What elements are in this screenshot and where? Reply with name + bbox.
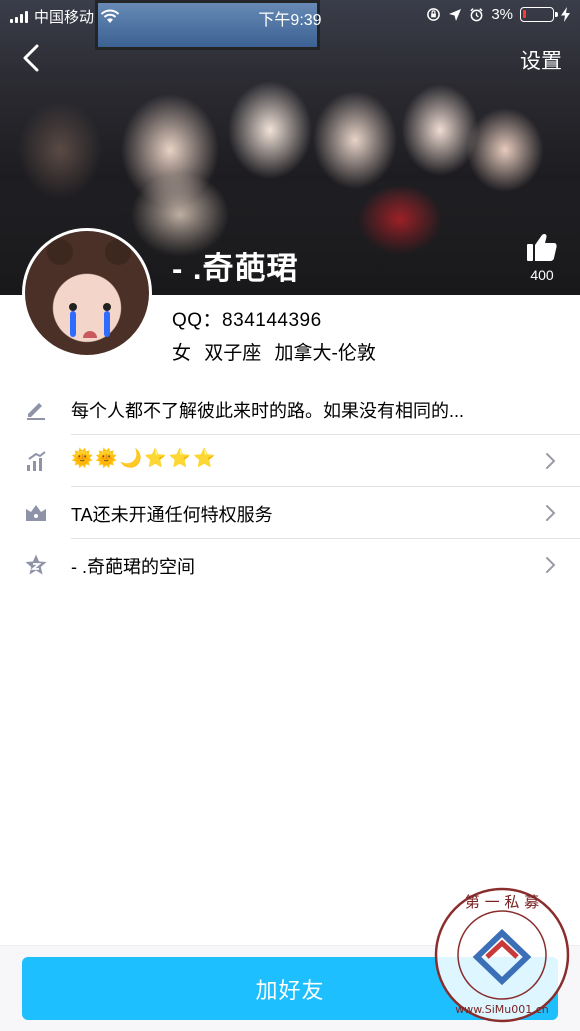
list-item-level[interactable]: 🌞 🌞 🌙 ⭐ ⭐ ⭐ (0, 435, 580, 487)
avatar-tear (70, 311, 76, 337)
list-item-signature[interactable]: 每个人都不了解彼此来时的路。如果没有相同的... (0, 383, 580, 435)
chevron-right-icon (546, 505, 556, 521)
profile-list: 每个人都不了解彼此来时的路。如果没有相同的... 🌞 🌞 🌙 ⭐ ⭐ ⭐ TA还… (0, 383, 580, 591)
status-bar: 中国移动 下午9:39 3% (0, 0, 580, 32)
chevron-right-icon (546, 453, 556, 469)
avatar-eye (103, 303, 111, 311)
space-text: - .奇葩珺的空间 (71, 557, 195, 577)
star-icon: ⭐ (168, 448, 192, 468)
sun-icon: 🌞 (71, 448, 94, 468)
list-item-space[interactable]: - .奇葩珺的空间 (0, 539, 580, 591)
level-badges: 🌞 🌞 🌙 ⭐ ⭐ ⭐ (71, 449, 216, 467)
privilege-text: TA还未开通任何特权服务 (71, 505, 273, 525)
level-chart-icon (27, 451, 46, 471)
star-z-icon (25, 554, 47, 575)
profile-nickname: - .奇葩珺 (172, 251, 299, 286)
alarm-icon (470, 8, 483, 22)
watermark-logo: 第 一 私 募 www.SiMu001.cn (434, 887, 570, 1023)
signature-text: 每个人都不了解彼此来时的路。如果没有相同的... (71, 401, 465, 421)
settings-button[interactable]: 设置 (520, 45, 562, 75)
avatar-eye (69, 303, 77, 311)
chevron-right-icon (546, 557, 556, 573)
like-count: 400 (530, 267, 554, 283)
avatar-mouth (83, 331, 97, 338)
profile-meta: 女 双子座 加拿大-伦敦 (172, 343, 376, 364)
battery-percent: 3% (491, 6, 513, 23)
orientation-lock-icon (427, 8, 441, 21)
location-icon (449, 8, 462, 21)
avatar-ear (47, 239, 73, 265)
svg-text:www.SiMu001.cn: www.SiMu001.cn (455, 1003, 549, 1016)
charging-icon (561, 7, 570, 22)
avatar[interactable] (22, 228, 152, 358)
qq-number: QQ：834144396 (172, 310, 322, 331)
status-bar-right: 3% (426, 6, 570, 23)
battery-icon (520, 7, 558, 22)
star-icon: ⭐ (144, 448, 167, 468)
thumbs-up-icon[interactable] (526, 232, 558, 262)
avatar-ear (105, 239, 131, 265)
star-icon: ⭐ (193, 448, 216, 468)
crown-icon (26, 505, 46, 521)
moon-icon: 🌙 (119, 448, 143, 468)
back-chevron-icon[interactable] (20, 44, 44, 72)
avatar-tear (104, 311, 110, 337)
svg-text:第 一 私 募: 第 一 私 募 (465, 893, 539, 911)
list-item-privilege[interactable]: TA还未开通任何特权服务 (0, 487, 580, 539)
sun-icon: 🌞 (95, 448, 118, 468)
pencil-icon (27, 403, 45, 420)
